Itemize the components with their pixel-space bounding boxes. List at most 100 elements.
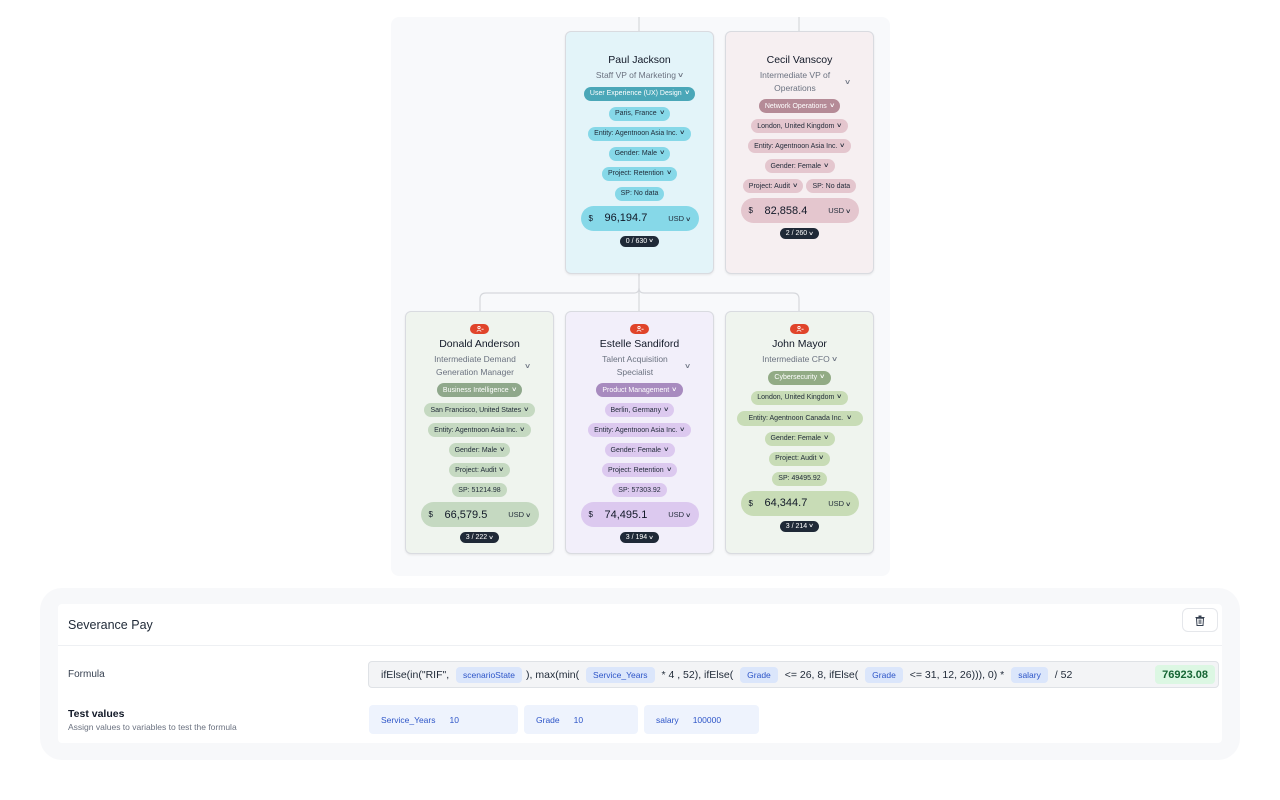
formula-variable-chip[interactable]: salary [1011, 666, 1048, 683]
test-value-input[interactable]: 10 [450, 715, 459, 725]
entity-tag[interactable]: Entity: Agentnoon Canada Inc. ∨ [736, 410, 863, 426]
test-value-input[interactable]: 10 [574, 715, 583, 725]
gender-tag[interactable]: Gender: Female ∨ [764, 159, 835, 173]
job-title-dropdown[interactable]: Talent Acquisition Specialist ∨ [566, 353, 713, 378]
currency-code: USD [668, 213, 685, 223]
employee-card[interactable]: Donald Anderson Intermediate Demand Gener… [405, 311, 554, 554]
entity-tag[interactable]: Entity: Agentnoon Asia Inc. ∨ [748, 139, 851, 153]
gender-tag[interactable]: Gender: Male ∨ [608, 146, 671, 161]
currency-dropdown[interactable]: USD∨ [828, 206, 851, 215]
removal-badge[interactable] [470, 324, 489, 334]
entity-tag[interactable]: Entity: Agentnoon Asia Inc. ∨ [588, 126, 691, 141]
chevron-down-icon: ∨ [828, 102, 836, 109]
department-tag[interactable]: Network Operations ∨ [758, 99, 841, 113]
entity-tag[interactable]: Entity: Agentnoon Asia Inc. ∨ [428, 423, 531, 437]
chevron-down-icon: ∨ [830, 356, 838, 364]
currency-dropdown[interactable]: USD∨ [668, 213, 691, 223]
location-tag[interactable]: Paris, France ∨ [608, 106, 671, 121]
formula-text: <= 31, 12, 26))), 0) * [906, 668, 1008, 681]
reports-count: 3 / 222 [465, 534, 488, 541]
gender-tag[interactable]: Gender: Male ∨ [448, 443, 511, 457]
employee-card[interactable]: Estelle Sandiford Talent Acquisition Spec… [565, 311, 714, 554]
department-tag[interactable]: Product Management ∨ [596, 383, 683, 397]
chevron-down-icon: ∨ [523, 406, 530, 413]
reports-count-dropdown[interactable]: 3 / 214 ∨ [779, 520, 820, 532]
sp-tag: SP: 51214.98 [452, 483, 507, 497]
reports-count-dropdown[interactable]: 0 / 630 ∨ [619, 235, 660, 247]
entity-tag-label: Entity: Agentnoon Canada Inc. [748, 414, 844, 422]
chevron-down-icon: ∨ [663, 446, 670, 453]
salary-amount[interactable]: 96,194.7 [603, 212, 669, 224]
department-tag[interactable]: Cybersecurity ∨ [768, 370, 831, 385]
employee-card[interactable]: Paul Jackson Staff VP of Marketing ∨ User E… [565, 31, 714, 274]
sp-label: SP: No data [620, 190, 659, 197]
job-title: Intermediate Demand Generation Manager [434, 354, 516, 377]
test-value-input[interactable]: 100000 [693, 715, 721, 725]
currency-dropdown[interactable]: USD∨ [668, 510, 691, 519]
location-tag[interactable]: Berlin, Germany ∨ [604, 403, 675, 417]
chevron-down-icon: ∨ [808, 230, 815, 237]
reports-count: 2 / 260 [785, 230, 808, 237]
salary-field[interactable]: $66,579.5 USD∨ [420, 502, 539, 527]
location-tag[interactable]: London, United Kingdom ∨ [751, 390, 848, 405]
job-title-dropdown[interactable]: Intermediate Demand Generation Manager ∨ [406, 353, 553, 378]
salary-field[interactable]: $96,194.7 USD∨ [580, 205, 699, 231]
entity-tag[interactable]: Entity: Agentnoon Asia Inc. ∨ [588, 423, 691, 437]
delete-button[interactable] [1182, 608, 1218, 632]
currency-dropdown[interactable]: USD∨ [508, 510, 531, 519]
salary-field[interactable]: $74,495.1 USD∨ [580, 502, 699, 527]
formula-text: * 4 , 52), ifElse( [658, 668, 737, 681]
gender-tag[interactable]: Gender: Female ∨ [764, 431, 835, 446]
entity-tag-label: Entity: Agentnoon Asia Inc. [434, 426, 518, 434]
formula-variable-chip[interactable]: Grade [740, 666, 778, 683]
chevron-down-icon: ∨ [683, 362, 692, 370]
reports-count-dropdown[interactable]: 3 / 222 ∨ [459, 532, 500, 543]
reports-count-dropdown[interactable]: 3 / 194 ∨ [619, 532, 660, 543]
location-tag[interactable]: London, United Kingdom ∨ [751, 119, 848, 133]
gender-tag[interactable]: Gender: Female ∨ [604, 443, 675, 457]
salary-field[interactable]: $64,344.7 USD∨ [740, 490, 859, 516]
employee-card[interactable]: Cecil Vanscoy Intermediate VP of Operatio… [725, 31, 874, 274]
test-value-salary[interactable]: salary 100000 [644, 705, 759, 734]
department-tag-label: Business Intelligence [442, 386, 509, 394]
currency-symbol: $ [428, 510, 433, 519]
chevron-down-icon: ∨ [683, 90, 690, 96]
department-tag[interactable]: User Experience (UX) Design ∨ [583, 86, 696, 101]
employee-card[interactable]: John Mayor Intermediate CFO ∨ Cybersecurity… [725, 311, 874, 554]
formula-input[interactable]: ifElse(in("RIF", scenarioState), max(min… [368, 661, 1219, 688]
salary-amount[interactable]: 74,495.1 [603, 509, 669, 521]
salary-amount[interactable]: 66,579.5 [443, 509, 509, 521]
formula-variable-chip[interactable]: Grade [865, 666, 903, 683]
currency-dropdown[interactable]: USD∨ [828, 499, 851, 508]
removal-badge[interactable] [630, 324, 649, 334]
sp-tag: SP: 49495.92 [772, 471, 827, 486]
job-title-dropdown[interactable]: Staff VP of Marketing ∨ [566, 69, 713, 82]
project-tag[interactable]: Project: Audit ∨ [449, 463, 510, 477]
sp-tag: SP: 57303.92 [612, 483, 667, 497]
attribute-tags: Cybersecurity ∨ London, United Kingdom ∨ Ent… [726, 370, 873, 486]
chevron-down-icon: ∨ [519, 426, 526, 433]
location-tag[interactable]: San Francisco, United States ∨ [424, 403, 535, 417]
removal-badge[interactable] [790, 324, 809, 334]
test-value-service-years[interactable]: Service_Years 10 [369, 705, 518, 734]
formula-variable-chip[interactable]: scenarioState [456, 666, 523, 683]
project-tag[interactable]: Project: Audit ∨ [769, 451, 830, 466]
formula-variable-chip[interactable]: Service_Years [586, 666, 655, 683]
job-title-dropdown[interactable]: Intermediate CFO ∨ [726, 353, 873, 366]
entity-tag-label: Entity: Agentnoon Asia Inc. [754, 142, 838, 150]
test-values-subtitle: Assign values to variables to test the f… [68, 722, 237, 732]
test-value-name: Grade [536, 714, 560, 725]
job-title-dropdown[interactable]: Intermediate VP of Operations ∨ [726, 69, 873, 94]
project-tag[interactable]: Project: Audit ∨ [742, 179, 804, 193]
department-tag[interactable]: Business Intelligence ∨ [436, 383, 523, 397]
salary-field[interactable]: $82,858.4 USD∨ [740, 198, 859, 223]
reports-count-dropdown[interactable]: 2 / 260 ∨ [779, 228, 820, 239]
sp-tag: SP: No data [806, 179, 857, 193]
test-value-grade[interactable]: Grade 10 [524, 705, 638, 734]
entity-tag-label: Entity: Agentnoon Asia Inc. [594, 130, 678, 137]
project-tag[interactable]: Project: Retention ∨ [601, 166, 678, 181]
salary-amount[interactable]: 64,344.7 [763, 497, 829, 509]
project-tag[interactable]: Project: Retention ∨ [601, 463, 678, 477]
job-title: Talent Acquisition Specialist [602, 354, 668, 377]
salary-amount[interactable]: 82,858.4 [763, 205, 829, 217]
